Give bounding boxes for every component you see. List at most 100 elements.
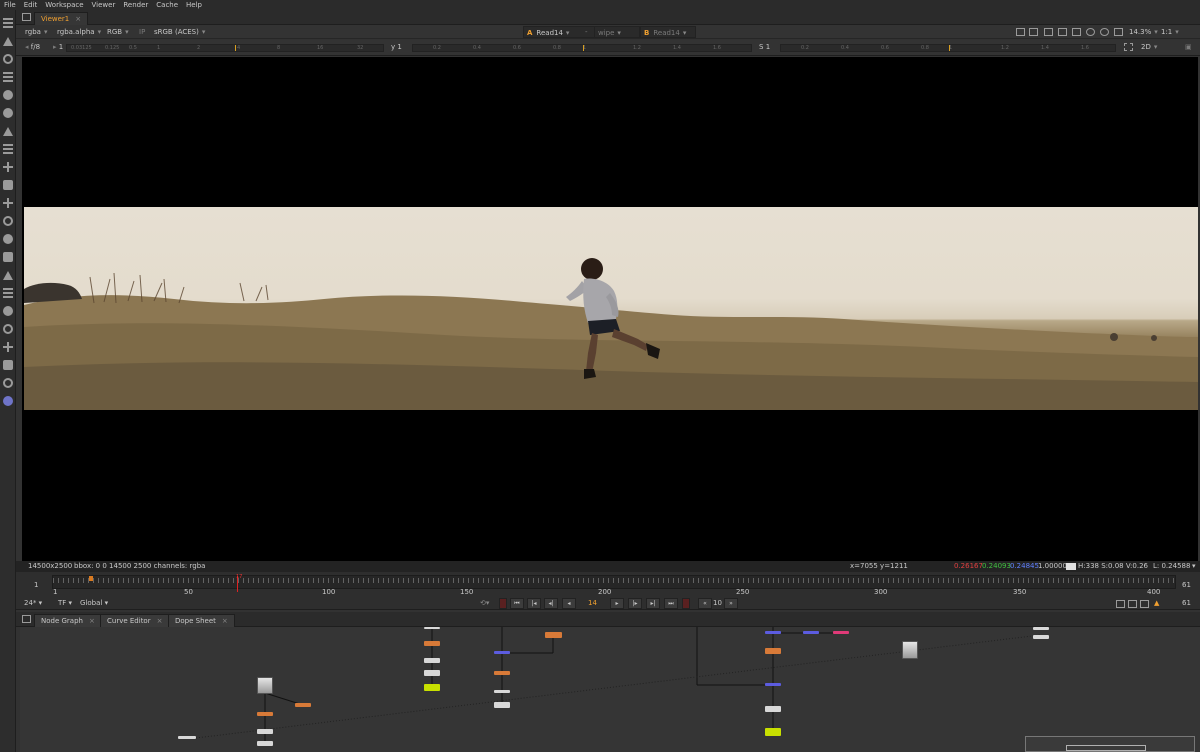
color-icon[interactable] (1, 88, 15, 102)
chevron-down-icon[interactable]: ▾ (1192, 561, 1196, 572)
node-blue[interactable] (765, 631, 781, 634)
nuke-icon[interactable] (1, 394, 15, 408)
node-yellow[interactable] (765, 728, 781, 736)
in-point-marker[interactable] (89, 576, 93, 581)
refresh-icon[interactable] (1086, 28, 1095, 36)
saturation-slider[interactable]: 0.2 0.4 0.6 0.8 1 1.2 1.4 1.6 (780, 44, 1116, 52)
ip-button[interactable]: IP (136, 26, 148, 38)
next-frame-button[interactable]: |▸ (628, 598, 642, 609)
cache-icon[interactable] (1100, 28, 1109, 36)
3d-icon[interactable] (1, 178, 15, 192)
gamma-slider-handle[interactable] (583, 45, 584, 51)
region-icon[interactable] (1044, 28, 1053, 36)
node-white[interactable] (1033, 635, 1049, 639)
saturation-control[interactable]: S 1 (756, 41, 773, 53)
global-dropdown[interactable]: Global ▾ (80, 598, 108, 609)
tab-viewer1[interactable]: Viewer1 × (34, 12, 89, 25)
menu-workspace[interactable]: Workspace (41, 0, 87, 10)
current-frame-field[interactable]: 14 (588, 598, 597, 609)
pane-menu-icon[interactable] (22, 13, 31, 21)
node-orange[interactable] (545, 632, 562, 638)
globe-icon[interactable] (1, 376, 15, 390)
transform-icon[interactable] (1, 34, 15, 48)
viewer-pane-icon[interactable] (1, 16, 15, 30)
input-b-dropdown[interactable]: B Read14 ▾ (640, 26, 696, 38)
read-node[interactable] (902, 641, 918, 659)
view-icon[interactable] (1, 232, 15, 246)
menu-help[interactable]: Help (182, 0, 206, 10)
gain-slider-handle[interactable] (235, 45, 236, 51)
node-blue[interactable] (765, 683, 781, 686)
capture-icon[interactable] (1128, 600, 1137, 608)
gamma-control[interactable]: y 1 (388, 41, 405, 53)
first-frame-button[interactable]: ⏮ (510, 598, 524, 609)
clock-icon[interactable] (1, 52, 15, 66)
skip-back-button[interactable]: « (698, 598, 712, 609)
guides-icon[interactable] (1072, 28, 1081, 36)
furnace-icon[interactable] (1, 304, 15, 318)
read-node[interactable] (257, 677, 273, 694)
view-mode-dropdown[interactable]: 2D ▾ (1138, 41, 1160, 53)
tab-dope-sheet[interactable]: Dope Sheet × (168, 614, 235, 627)
timeline-track[interactable]: 17 (52, 574, 1176, 592)
particles-icon[interactable] (1, 196, 15, 210)
skip-forward-button[interactable]: » (724, 598, 738, 609)
node-white[interactable] (424, 627, 440, 629)
node-white[interactable] (494, 702, 510, 708)
gain-slider[interactable]: 0.03125 0.125 0.5 1 2 4 8 16 32 (66, 44, 384, 52)
minimap-viewport[interactable] (1066, 745, 1146, 751)
fps-dropdown[interactable]: 24* ▾ (24, 598, 42, 609)
viewer-canvas[interactable] (22, 57, 1198, 561)
keyer-icon[interactable] (1, 124, 15, 138)
node-yellow[interactable] (424, 684, 440, 691)
prev-frame-button[interactable]: ◂| (544, 598, 558, 609)
wipe-dropdown[interactable]: wipe ▾ (594, 26, 640, 38)
last-frame-button[interactable]: ⏭ (664, 598, 678, 609)
other-icon[interactable] (1, 286, 15, 300)
menu-cache[interactable]: Cache (152, 0, 182, 10)
in-point-button[interactable] (499, 598, 507, 609)
node-orange[interactable] (295, 703, 311, 707)
proxy-icon[interactable] (1058, 28, 1067, 36)
merge-icon[interactable] (1, 142, 15, 156)
gain-control[interactable]: ▸ 1 (50, 41, 66, 53)
next-key-button[interactable]: ▸| (646, 598, 660, 609)
lock-icon[interactable]: ▣ (1182, 41, 1195, 53)
tab-node-graph[interactable]: Node Graph × (34, 614, 102, 627)
menu-edit[interactable]: Edit (20, 0, 42, 10)
ratio-dropdown[interactable]: 1:1 ▾ (1158, 26, 1182, 38)
flipbook-icon[interactable] (1116, 600, 1125, 608)
overlay-icon[interactable] (1029, 28, 1038, 36)
timeline-end[interactable]: 61 (1182, 580, 1191, 591)
channel-icon[interactable] (1, 70, 15, 84)
node-white[interactable] (257, 741, 273, 746)
node-orange[interactable] (494, 671, 510, 675)
metadata-icon[interactable] (1, 250, 15, 264)
node-white[interactable] (424, 658, 440, 663)
node-white[interactable] (494, 690, 510, 693)
gamma-slider[interactable]: 0.2 0.4 0.6 0.8 1 1.2 1.4 1.6 (412, 44, 752, 52)
node-white[interactable] (765, 706, 781, 712)
node-white[interactable] (178, 736, 196, 739)
toolsets-icon[interactable] (1, 268, 15, 282)
bookmark-icon[interactable]: ▲ (1154, 598, 1159, 609)
playback-mode-icon[interactable]: ⟲▾ (480, 598, 489, 609)
node-blue[interactable] (803, 631, 819, 634)
close-icon[interactable]: × (157, 617, 163, 625)
close-icon[interactable]: × (89, 617, 95, 625)
menu-render[interactable]: Render (119, 0, 152, 10)
ocula-icon[interactable] (1, 340, 15, 354)
close-icon[interactable]: × (222, 617, 228, 625)
increment-field[interactable]: 10 (713, 598, 722, 609)
zoom-dropdown[interactable]: 14.3% ▾ (1126, 26, 1161, 38)
deep-icon[interactable] (1, 214, 15, 228)
menu-viewer[interactable]: Viewer (88, 0, 120, 10)
tf-dropdown[interactable]: TF ▾ (58, 598, 72, 609)
pause-icon[interactable] (1114, 28, 1123, 36)
alpha-dropdown[interactable]: rgba.alpha ▾ (54, 26, 104, 38)
close-icon[interactable]: × (75, 15, 81, 23)
end-frame-field[interactable]: 61 (1182, 598, 1191, 609)
play-forward-button[interactable]: ▸ (610, 598, 624, 609)
roi-icon[interactable] (1016, 28, 1025, 36)
tab-curve-editor[interactable]: Curve Editor × (100, 614, 170, 627)
